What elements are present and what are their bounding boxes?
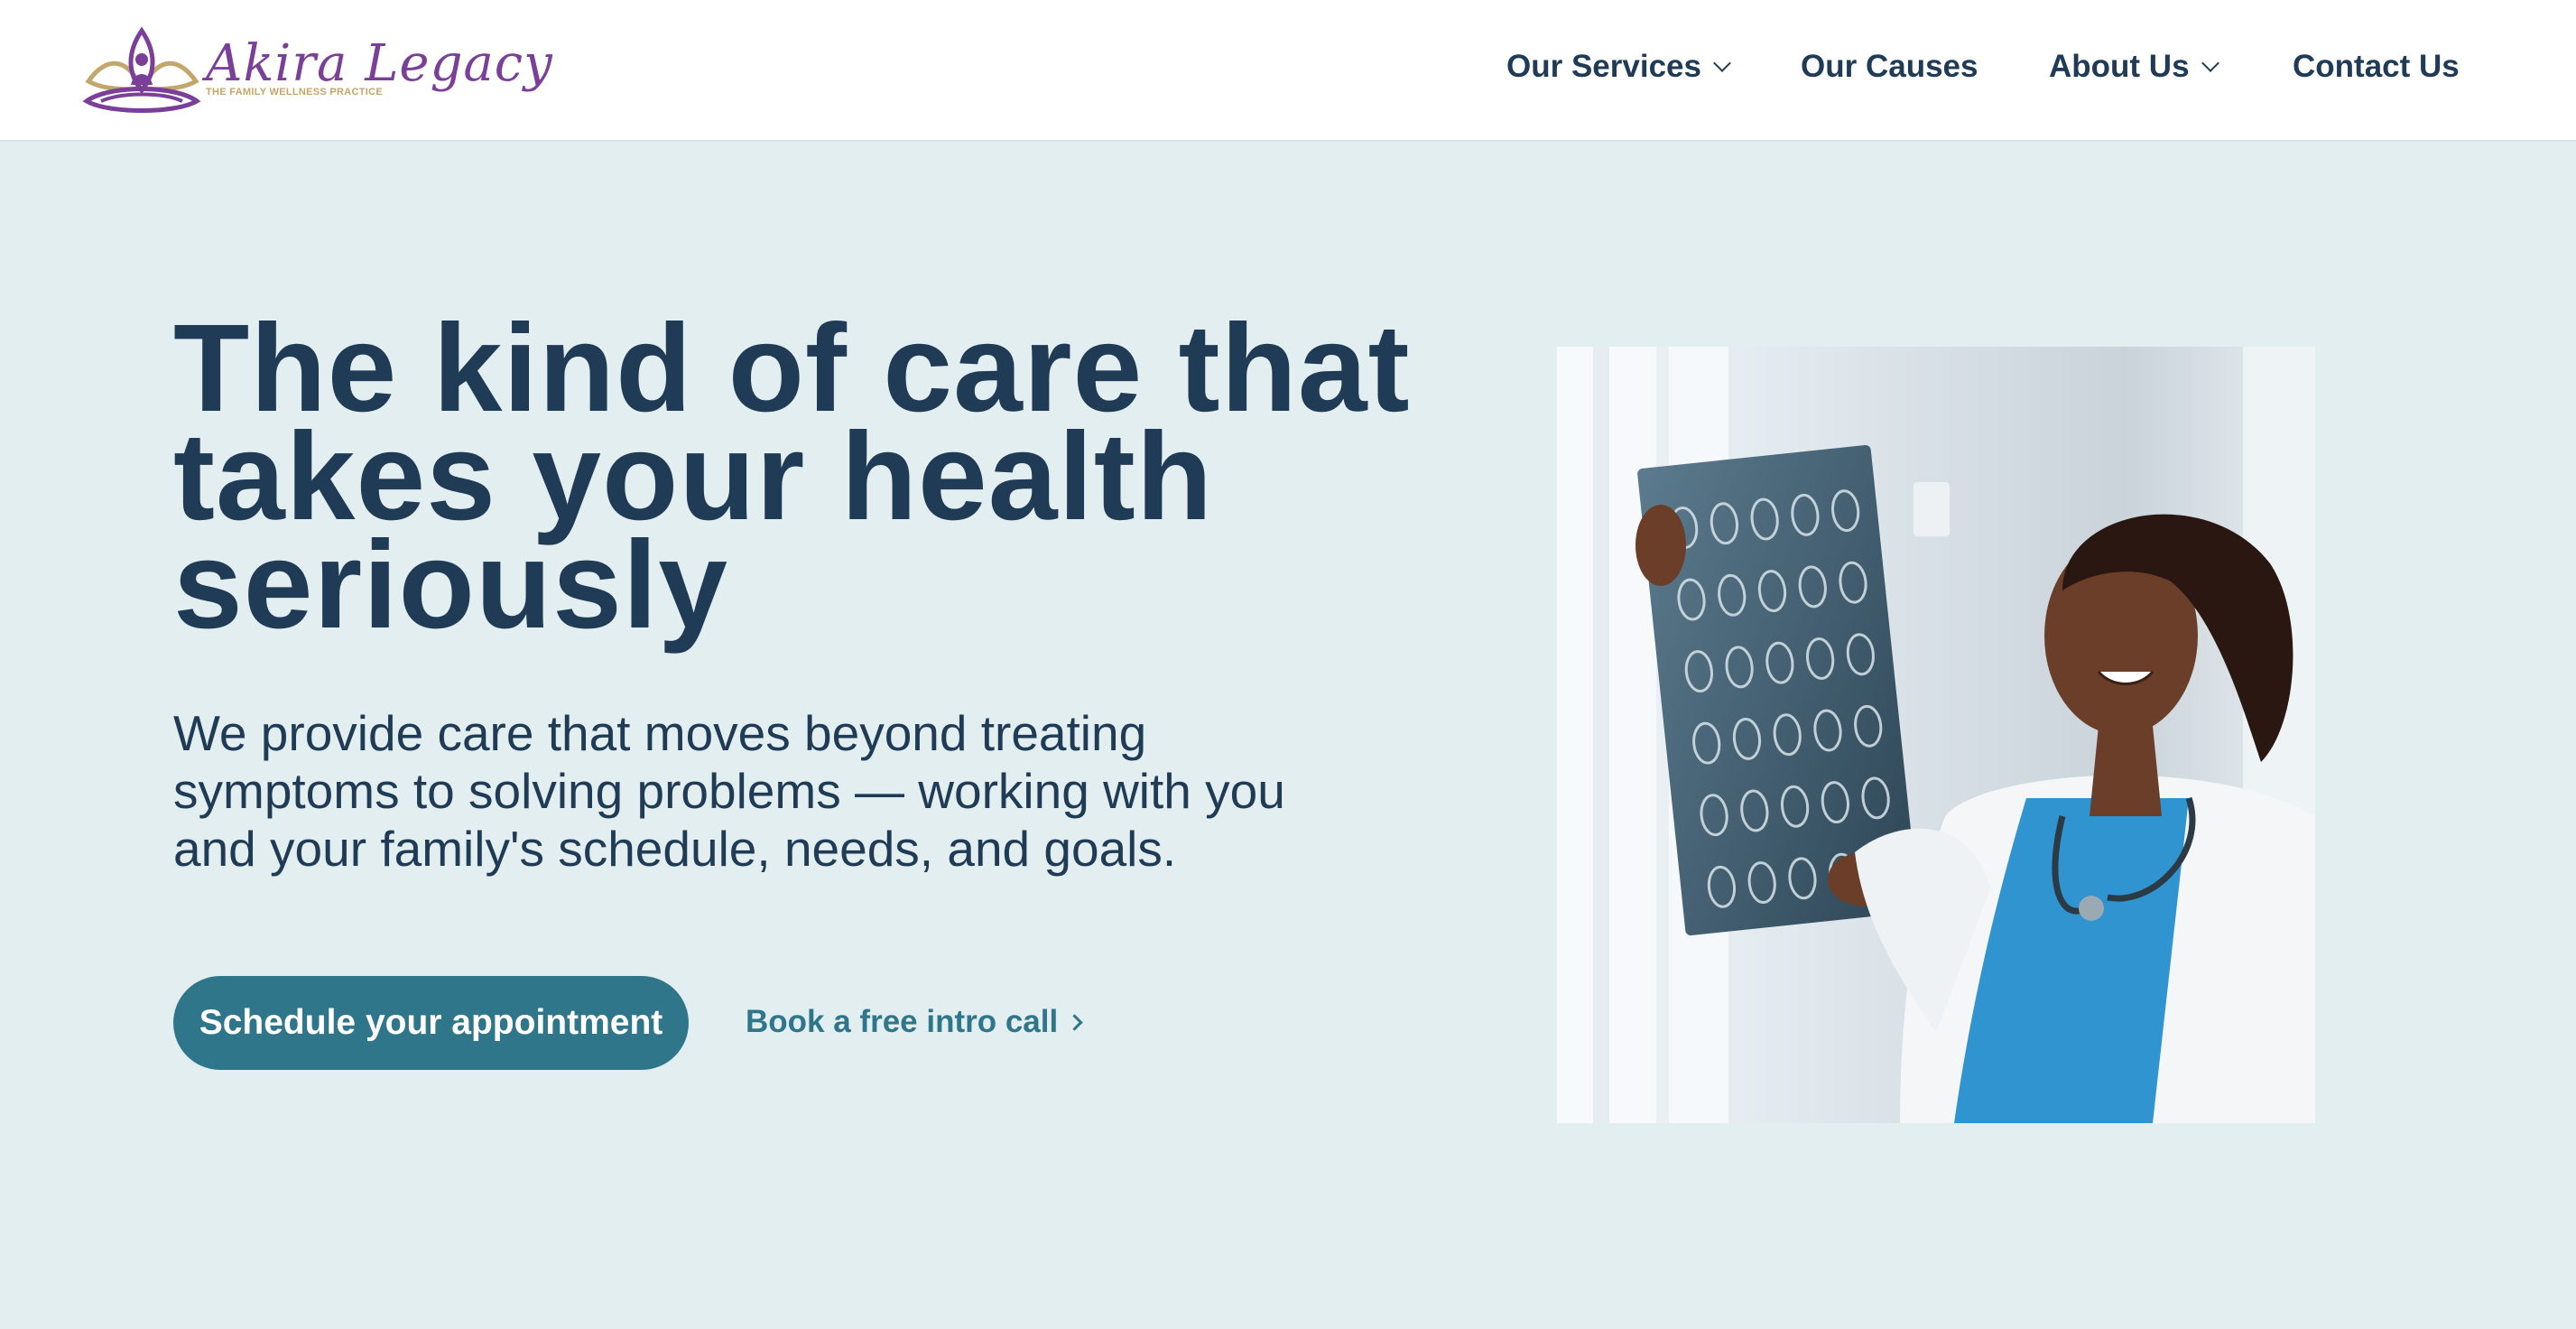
hero-headline: The kind of care that takes your health …: [173, 299, 1411, 655]
nav-label: Contact Us: [2293, 49, 2460, 84]
nav-label: Our Causes: [1801, 49, 1978, 84]
doctor-xray-photo: [1557, 347, 2315, 1123]
brand-name: Akira Legacy: [206, 34, 553, 93]
chevron-down-icon: [2201, 54, 2219, 72]
link-label: Book a free intro call: [746, 1004, 1059, 1039]
nav-label: Our Services: [1506, 49, 1701, 84]
hero-subtext: We provide care that moves beyond treati…: [173, 705, 1285, 877]
brand-tagline: THE FAMILY WELLNESS PRACTICE: [206, 87, 384, 98]
nav-our-causes[interactable]: Our Causes: [1801, 49, 1978, 85]
book-intro-call-link[interactable]: Book a free intro call: [746, 1004, 1083, 1040]
nav-label: About Us: [2049, 49, 2190, 84]
nav-our-services[interactable]: Our Services: [1506, 49, 1731, 85]
brand-logo[interactable]: Akira Legacy THE FAMILY WELLNESS PRACTIC…: [81, 25, 552, 116]
nav-about-us[interactable]: About Us: [2049, 49, 2219, 85]
chevron-down-icon: [1713, 54, 1731, 72]
schedule-appointment-button[interactable]: Schedule your appointment: [173, 976, 689, 1070]
chevron-right-icon: [1066, 1013, 1083, 1031]
lotus-person-icon: [82, 26, 201, 113]
site-header: Akira Legacy THE FAMILY WELLNESS PRACTIC…: [0, 0, 2576, 142]
nav-contact-us[interactable]: Contact Us: [2293, 49, 2460, 85]
